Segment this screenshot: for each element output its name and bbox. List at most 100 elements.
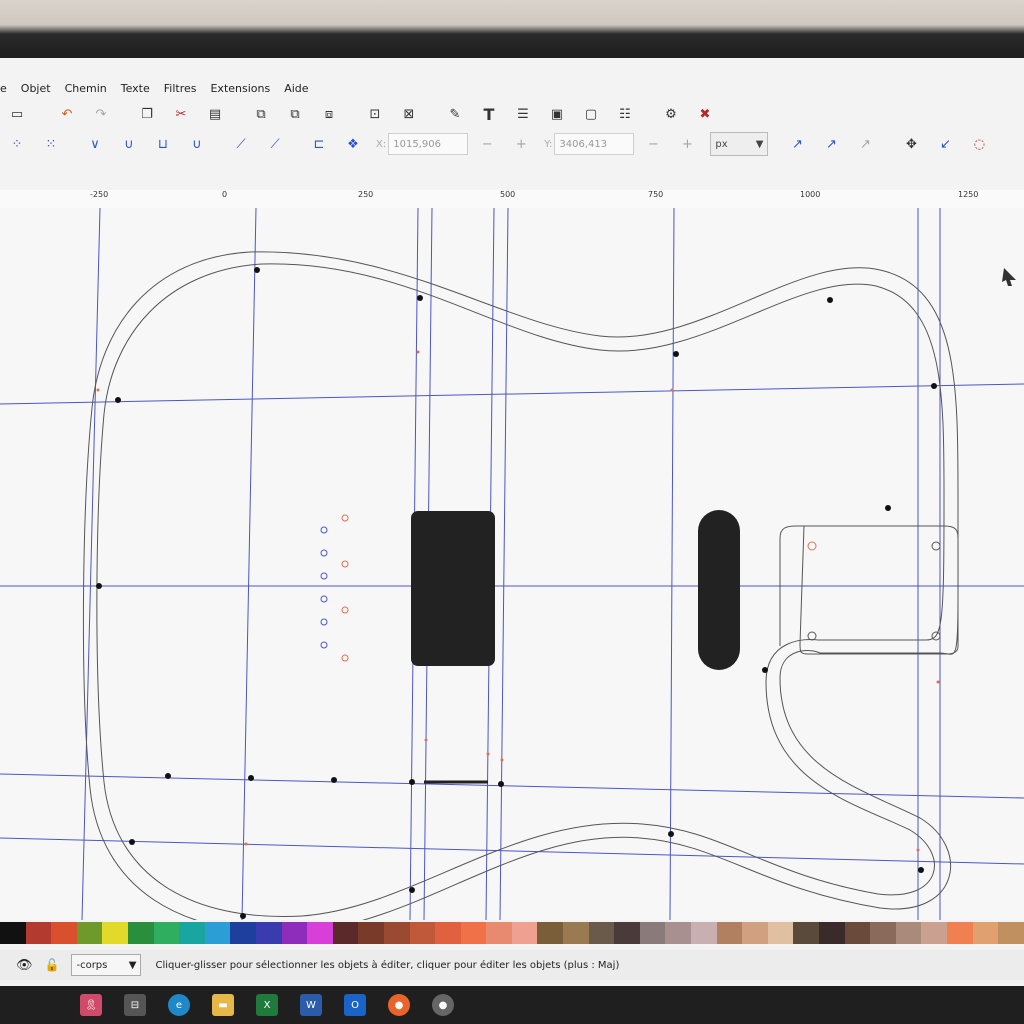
path-node[interactable] bbox=[96, 583, 102, 589]
y-plus-icon[interactable]: + bbox=[676, 133, 698, 155]
path-node[interactable] bbox=[668, 831, 674, 837]
redo-icon[interactable]: ↷ bbox=[90, 103, 112, 125]
current-layer-select[interactable]: -corps ▼ bbox=[71, 954, 142, 976]
guide-line[interactable] bbox=[669, 207, 675, 921]
path-node[interactable] bbox=[240, 913, 246, 919]
handle-dot[interactable] bbox=[670, 388, 674, 392]
guide-line[interactable] bbox=[0, 837, 1024, 865]
path-node[interactable] bbox=[409, 779, 415, 785]
menu-help[interactable]: Aide bbox=[284, 78, 308, 102]
color-swatch[interactable] bbox=[614, 922, 640, 944]
color-swatch[interactable] bbox=[435, 922, 461, 944]
guide-line[interactable] bbox=[499, 207, 509, 921]
x-plus-icon[interactable]: + bbox=[510, 133, 532, 155]
delete-segment-icon[interactable]: ∪ bbox=[186, 133, 208, 155]
tools-icon[interactable]: ✖ bbox=[694, 103, 716, 125]
bridge-screw-hole[interactable] bbox=[807, 541, 817, 551]
xml-editor-icon[interactable]: ▣ bbox=[546, 103, 568, 125]
menu-edit[interactable]: e bbox=[0, 78, 7, 102]
color-swatch[interactable] bbox=[716, 922, 743, 944]
bridge-screw-hole[interactable] bbox=[807, 631, 817, 641]
node-handle[interactable] bbox=[341, 514, 349, 522]
y-minus-icon[interactable]: − bbox=[642, 133, 664, 155]
color-swatch[interactable] bbox=[819, 922, 845, 944]
color-swatch[interactable] bbox=[204, 922, 231, 944]
node-handle[interactable] bbox=[320, 572, 328, 580]
node-handle[interactable] bbox=[320, 618, 328, 626]
show-clippath-icon[interactable]: ↗ bbox=[854, 133, 876, 155]
copy-icon[interactable]: ❐ bbox=[136, 103, 158, 125]
color-swatch[interactable] bbox=[76, 922, 103, 944]
menu-text[interactable]: Texte bbox=[121, 78, 150, 102]
menu-path[interactable]: Chemin bbox=[65, 78, 107, 102]
handle-dot[interactable] bbox=[486, 752, 490, 756]
color-swatch[interactable] bbox=[51, 922, 77, 944]
insert-node-icon[interactable]: ⁘ bbox=[6, 133, 28, 155]
x-minus-icon[interactable]: − bbox=[476, 133, 498, 155]
drawing-svg[interactable] bbox=[0, 207, 1024, 933]
join-nodes-icon[interactable]: ∨ bbox=[84, 133, 106, 155]
path-node[interactable] bbox=[885, 505, 891, 511]
path-node[interactable] bbox=[498, 781, 504, 787]
cut-icon[interactable]: ✂ bbox=[170, 103, 192, 125]
handle-dot[interactable] bbox=[416, 350, 420, 354]
color-swatch[interactable] bbox=[767, 922, 794, 944]
path-node[interactable] bbox=[165, 773, 171, 779]
file-explorer-icon[interactable]: ▬ bbox=[212, 994, 234, 1016]
fill-stroke-icon[interactable]: ✎ bbox=[444, 103, 466, 125]
color-swatch[interactable] bbox=[383, 922, 410, 944]
color-swatch[interactable] bbox=[332, 922, 359, 944]
color-swatch[interactable] bbox=[255, 922, 282, 944]
preferences-icon[interactable]: ⚙ bbox=[660, 103, 682, 125]
x-coordinate-input[interactable]: 1015,906 bbox=[388, 133, 469, 155]
path-node[interactable] bbox=[762, 667, 768, 673]
word-icon[interactable]: W bbox=[300, 994, 322, 1016]
duplicate-icon[interactable]: ⧉ bbox=[250, 103, 272, 125]
node-handle[interactable] bbox=[320, 641, 328, 649]
bridge-plate-outline[interactable] bbox=[779, 525, 959, 655]
menu-object[interactable]: Objet bbox=[21, 78, 51, 102]
app-icon[interactable]: ● bbox=[432, 994, 454, 1016]
break-path-icon[interactable]: ∪ bbox=[118, 133, 140, 155]
color-swatch[interactable] bbox=[998, 922, 1024, 944]
segment-line-icon[interactable]: ⊏ bbox=[308, 133, 330, 155]
guitar-body-inner-outline[interactable] bbox=[96, 263, 945, 918]
node-handle[interactable] bbox=[320, 595, 328, 603]
join-segment-icon[interactable]: ⊔ bbox=[152, 133, 174, 155]
group-icon[interactable]: ⊡ bbox=[364, 103, 386, 125]
path-node[interactable] bbox=[918, 867, 924, 873]
color-swatch[interactable] bbox=[563, 922, 589, 944]
guide-line[interactable] bbox=[0, 383, 1024, 405]
color-swatch[interactable] bbox=[409, 922, 436, 944]
object-to-path-icon[interactable]: ↗ bbox=[786, 133, 808, 155]
color-swatch[interactable] bbox=[691, 922, 717, 944]
excel-icon[interactable]: X bbox=[256, 994, 278, 1016]
ungroup-icon[interactable]: ⊠ bbox=[398, 103, 420, 125]
path-node[interactable] bbox=[248, 775, 254, 781]
color-swatch[interactable] bbox=[179, 922, 205, 944]
show-path-outline-icon[interactable]: ◌ bbox=[968, 133, 990, 155]
document-properties-icon[interactable]: ▢ bbox=[580, 103, 602, 125]
color-swatch[interactable] bbox=[870, 922, 896, 944]
node-handle[interactable] bbox=[341, 654, 349, 662]
ribbon-icon[interactable]: 🎗 bbox=[80, 994, 102, 1016]
color-swatch[interactable] bbox=[665, 922, 692, 944]
color-swatch[interactable] bbox=[946, 922, 973, 944]
path-node[interactable] bbox=[827, 297, 833, 303]
color-swatch[interactable] bbox=[895, 922, 922, 944]
path-node[interactable] bbox=[115, 397, 121, 403]
undo-icon[interactable]: ↶ bbox=[56, 103, 78, 125]
color-swatch[interactable] bbox=[307, 922, 333, 944]
handle-dot[interactable] bbox=[936, 680, 940, 684]
align-distribute-icon[interactable]: ☷ bbox=[614, 103, 636, 125]
handle-dot[interactable] bbox=[916, 848, 920, 852]
color-swatch[interactable] bbox=[102, 922, 128, 944]
menu-extensions[interactable]: Extensions bbox=[210, 78, 270, 102]
path-node[interactable] bbox=[331, 777, 337, 783]
color-swatch[interactable] bbox=[639, 922, 666, 944]
color-swatch[interactable] bbox=[230, 922, 256, 944]
eye-icon[interactable]: 👁 bbox=[16, 958, 33, 973]
unlink-clone-icon[interactable]: ⧈ bbox=[318, 103, 340, 125]
handle-dot[interactable] bbox=[424, 738, 428, 742]
handle-dot[interactable] bbox=[244, 842, 248, 846]
